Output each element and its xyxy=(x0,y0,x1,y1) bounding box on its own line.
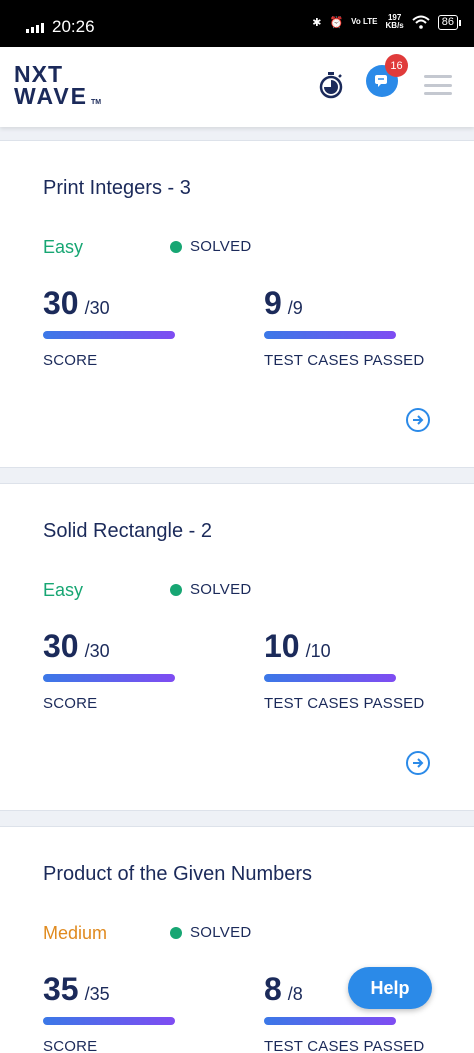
logo-line2-row: WAVE TM xyxy=(14,85,101,114)
test-cases-number: 8 xyxy=(264,971,282,1007)
logo-line1: NXT xyxy=(14,61,63,87)
score-progress-bar xyxy=(43,1017,175,1025)
difficulty-label: Medium xyxy=(43,923,108,943)
status-badge: SOLVED xyxy=(170,924,252,941)
solved-dot-icon xyxy=(170,583,182,596)
status-text: SOLVED xyxy=(190,581,252,598)
help-button[interactable]: Help xyxy=(348,967,432,1009)
problem-card[interactable]: Solid Rectangle - 2 Easy SOLVED 30 /30 S… xyxy=(0,483,474,811)
clock: 20:26 xyxy=(52,17,95,36)
test-cases-value: 8 /8 xyxy=(264,971,303,1008)
test-cases-value: 10 /10 xyxy=(264,628,331,665)
bluetooth-icon: ✱ xyxy=(312,16,322,29)
score-value: 35 /35 xyxy=(43,971,110,1008)
difficulty-label: Easy xyxy=(43,237,84,257)
network-speed: 197 KB/s xyxy=(386,14,404,30)
problem-card[interactable]: Product of the Given Numbers Medium SOLV… xyxy=(0,826,474,1053)
logo-line2: WAVE xyxy=(14,83,89,109)
wifi-icon xyxy=(412,15,430,29)
score-number: 30 xyxy=(43,628,79,664)
test-cases-progress-bar xyxy=(264,331,396,339)
test-cases-value: 9 /9 xyxy=(264,285,303,322)
battery-indicator: 86 xyxy=(437,14,462,30)
arrow-right-icon xyxy=(413,758,424,768)
status-left: 20:26 xyxy=(26,17,95,37)
nxtwave-logo[interactable]: NXT WAVE TM xyxy=(14,63,101,114)
app-header: NXT WAVE TM 16 xyxy=(0,47,474,127)
open-problem-button[interactable] xyxy=(406,751,430,775)
test-cases-number: 10 xyxy=(264,628,300,664)
arrow-right-icon xyxy=(413,415,424,425)
hamburger-menu-icon[interactable] xyxy=(424,75,452,95)
score-total: /30 xyxy=(84,641,110,661)
test-cases-number: 9 xyxy=(264,285,282,321)
signal-icon xyxy=(26,21,44,33)
status-right: ✱ ⏰ Vo LTE 197 KB/s 86 xyxy=(312,14,462,30)
score-value: 30 /30 xyxy=(43,285,110,322)
score-label: SCORE xyxy=(43,352,98,369)
test-cases-progress-bar xyxy=(264,1017,396,1025)
status-text: SOLVED xyxy=(190,924,252,941)
logo-trademark: TM xyxy=(91,99,102,106)
notification-badge: 16 xyxy=(385,54,408,77)
problem-title: Product of the Given Numbers xyxy=(43,863,313,885)
stopwatch-icon[interactable] xyxy=(318,71,344,99)
score-progress-bar xyxy=(43,331,175,339)
test-cases-label: TEST CASES PASSED xyxy=(264,1038,425,1053)
alarm-icon: ⏰ xyxy=(329,16,344,29)
test-cases-progress-bar xyxy=(264,674,396,682)
score-total: /35 xyxy=(84,984,110,1004)
solved-dot-icon xyxy=(170,240,182,253)
network-type: Vo LTE xyxy=(351,17,378,26)
score-value: 30 /30 xyxy=(43,628,110,665)
score-progress-bar xyxy=(43,674,175,682)
solved-dot-icon xyxy=(170,926,182,939)
score-number: 30 xyxy=(43,285,79,321)
problem-title: Print Integers - 3 xyxy=(43,177,191,199)
score-label: SCORE xyxy=(43,1038,98,1053)
test-cases-label: TEST CASES PASSED xyxy=(264,352,425,369)
difficulty-label: Easy xyxy=(43,580,84,600)
status-text: SOLVED xyxy=(190,238,252,255)
score-number: 35 xyxy=(43,971,79,1007)
problem-card[interactable]: Print Integers - 3 Easy SOLVED 30 /30 SC… xyxy=(0,140,474,468)
test-cases-total: /8 xyxy=(287,984,303,1004)
test-cases-total: /10 xyxy=(305,641,331,661)
test-cases-total: /9 xyxy=(287,298,303,318)
open-problem-button[interactable] xyxy=(406,408,430,432)
status-badge: SOLVED xyxy=(170,581,252,598)
status-bar: 20:26 ✱ ⏰ Vo LTE 197 KB/s 86 xyxy=(0,0,474,47)
status-badge: SOLVED xyxy=(170,238,252,255)
chat-icon xyxy=(375,75,387,87)
score-label: SCORE xyxy=(43,695,98,712)
score-total: /30 xyxy=(84,298,110,318)
test-cases-label: TEST CASES PASSED xyxy=(264,695,425,712)
network-speed-unit: KB/s xyxy=(385,21,404,30)
problem-title: Solid Rectangle - 2 xyxy=(43,520,212,542)
